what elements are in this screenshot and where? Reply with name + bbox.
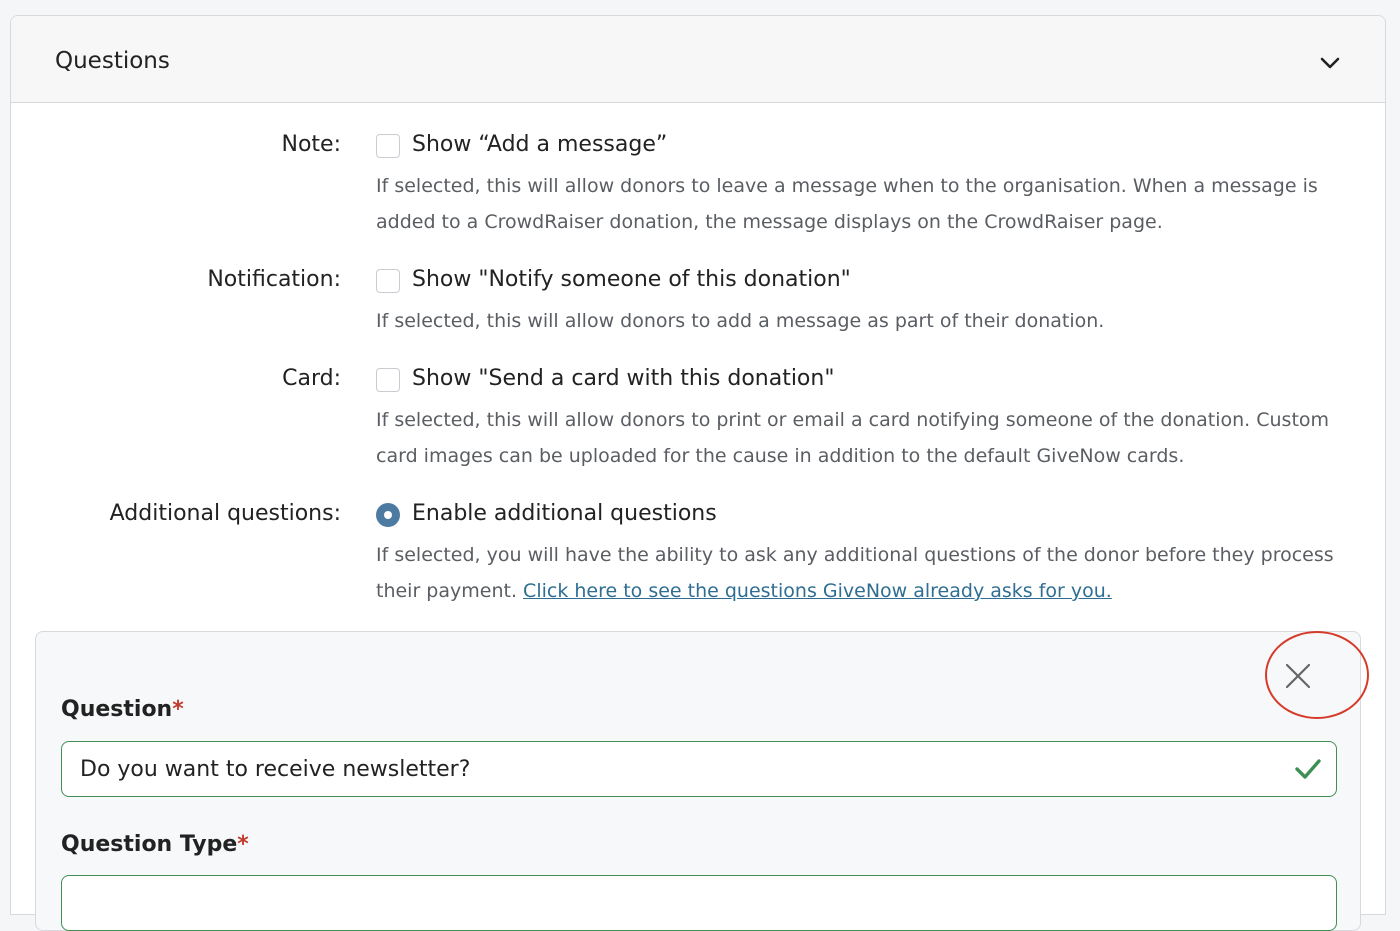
note-label: Note: [281, 132, 342, 157]
notification-label: Notification: [207, 267, 341, 292]
card-label: Card: [282, 366, 341, 391]
add-message-checkbox[interactable] [376, 134, 400, 158]
notification-help-text: If selected, this will allow donors to a… [376, 310, 1105, 332]
question-type-label-text: Question Type [61, 832, 238, 857]
send-card-option[interactable]: Show "Send a card with this donation" [412, 366, 834, 391]
send-card-checkbox[interactable] [376, 368, 400, 392]
question-field-label: Question* [61, 697, 184, 722]
required-mark: * [237, 832, 249, 857]
highlight-ring [1265, 631, 1369, 719]
questions-panel: Questions Note: Show “Add a message” If … [10, 15, 1386, 931]
enable-additional-questions-radio[interactable] [376, 503, 400, 527]
additional-help-text: If selected, you will have the ability t… [376, 537, 1366, 609]
enable-additional-questions-option[interactable]: Enable additional questions [412, 501, 717, 526]
notify-someone-option[interactable]: Show "Notify someone of this donation" [412, 267, 851, 292]
card-help-text: If selected, this will allow donors to p… [376, 409, 1330, 467]
additional-questions-label: Additional questions: [109, 501, 341, 526]
required-mark: * [172, 697, 184, 722]
question-input[interactable] [61, 741, 1337, 797]
notify-someone-checkbox[interactable] [376, 269, 400, 293]
panel-header[interactable]: Questions [11, 16, 1385, 103]
question-label-text: Question [61, 697, 173, 722]
chevron-down-icon[interactable] [1319, 52, 1341, 74]
question-type-field-label: Question Type* [61, 832, 249, 857]
valid-check-icon [1295, 759, 1321, 779]
add-message-option[interactable]: Show “Add a message” [412, 132, 667, 157]
note-help-text: If selected, this will allow donors to l… [376, 175, 1318, 233]
givenow-questions-link[interactable]: Click here to see the questions GiveNow … [523, 580, 1112, 602]
question-type-select[interactable] [61, 875, 1337, 931]
panel-title: Questions [55, 48, 170, 74]
